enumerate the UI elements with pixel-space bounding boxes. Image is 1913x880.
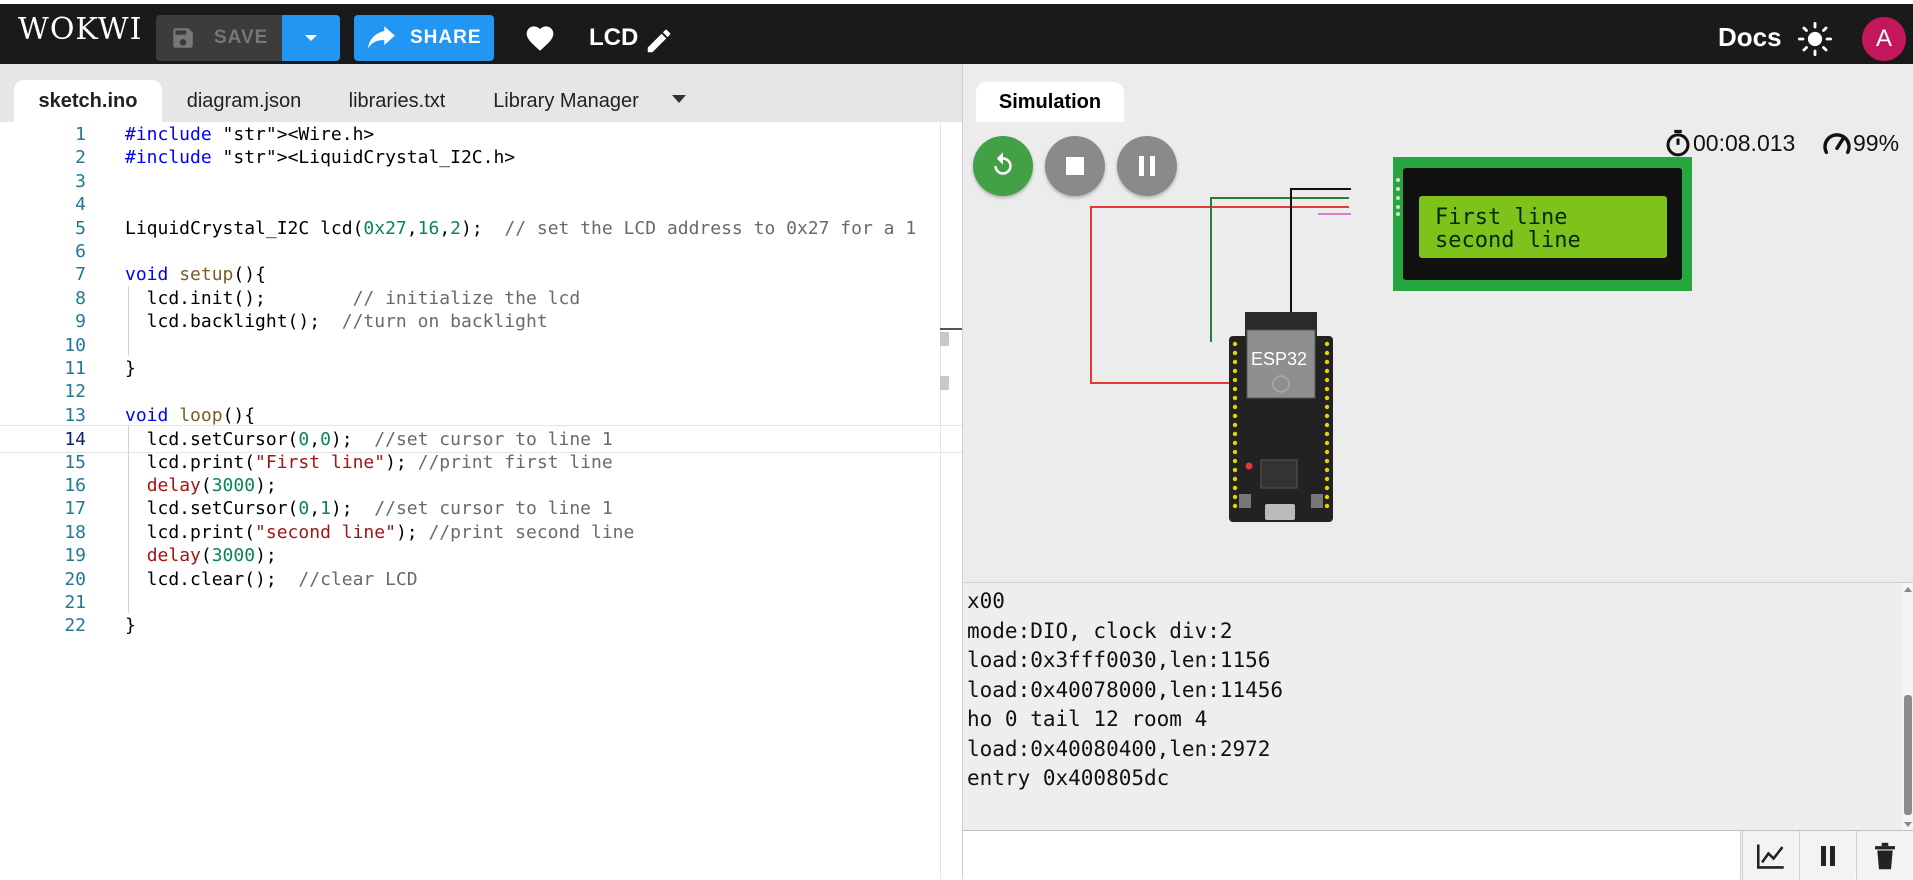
editor-tab-bar: sketch.ino diagram.json libraries.txt Li… — [0, 64, 962, 122]
code-text: #include "str"><Wire.h> — [125, 124, 375, 145]
theme-toggle[interactable] — [1798, 22, 1832, 61]
tab-libraries-txt[interactable]: libraries.txt — [334, 80, 460, 122]
serial-input-bar — [962, 830, 1913, 880]
chart-line-icon — [1756, 844, 1784, 869]
line-number: 14 — [64, 429, 86, 451]
code-text: lcd.init(); // initialize the lcd — [125, 287, 581, 309]
wokwi-logo[interactable]: WOKWI — [18, 12, 142, 47]
tab-diagram-json[interactable]: diagram.json — [172, 80, 316, 122]
code-text: LiquidCrystal_I2C lcd(0x27,16,2); // set… — [125, 217, 917, 239]
like-button[interactable] — [524, 22, 556, 57]
line-number: 15 — [64, 451, 86, 473]
serial-output-line: mode:DIO, clock div:2 — [967, 618, 1233, 643]
code-text: delay(3000); — [146, 545, 277, 567]
serial-output-line: x00 — [967, 589, 1005, 613]
line-number: 13 — [64, 404, 86, 426]
user-avatar[interactable]: A — [1862, 17, 1906, 61]
lcd-line-2: second line — [1435, 228, 1581, 253]
simulation-panel: Simulation 00:08.013 99% First line seco… — [962, 64, 1913, 582]
line-number: 20 — [64, 568, 86, 590]
line-number: 6 — [75, 241, 86, 262]
more-tabs-caret-icon[interactable] — [672, 95, 686, 103]
line-number: 11 — [64, 358, 86, 379]
code-text: void loop(){ — [125, 404, 256, 426]
code-line[interactable]: 22} — [0, 612, 962, 640]
line-number: 19 — [64, 545, 86, 567]
caret-down-icon — [305, 35, 317, 41]
serial-output-line: load:0x40078000,len:11456 — [967, 677, 1284, 702]
code-text: lcd.setCursor(0,1); //set cursor to line… — [125, 498, 613, 520]
code-text: lcd.backlight(); //turn on backlight — [125, 311, 548, 333]
indent-guide — [128, 426, 129, 614]
line-number: 4 — [75, 194, 86, 216]
serial-output-line: ho 0 tail 12 room 4 — [967, 707, 1208, 731]
share-button-label: SHARE — [410, 27, 482, 48]
lcd-line-1: First line — [1435, 205, 1567, 230]
line-number: 1 — [75, 124, 86, 145]
trash-icon — [1874, 842, 1895, 869]
code-text: #include "str"><LiquidCrystal_I2C.h> — [125, 147, 516, 169]
scroll-up-arrow-icon[interactable] — [1903, 585, 1913, 593]
sun-icon — [1798, 22, 1832, 56]
code-text: lcd.setCursor(0,0); //set cursor to line… — [125, 429, 613, 451]
code-text: } — [125, 615, 136, 637]
code-text: lcd.print("second line"); //print second… — [125, 521, 635, 543]
esp32-board[interactable]: ESP32 — [1229, 312, 1333, 522]
line-number: 8 — [75, 287, 86, 309]
code-text: delay(3000); — [146, 475, 277, 496]
serial-clear-button[interactable] — [1856, 831, 1912, 880]
save-options-dropdown[interactable] — [282, 15, 340, 61]
esp32-label: ESP32 — [1251, 349, 1307, 369]
code-text: void setup(){ — [125, 264, 266, 286]
line-number: 2 — [75, 147, 86, 169]
serial-output-line: load:0x40080400,len:2972 — [967, 736, 1271, 761]
code-text: } — [125, 358, 136, 379]
docs-link[interactable]: Docs — [1718, 22, 1782, 53]
share-button[interactable]: SHARE — [354, 15, 494, 61]
line-number: 3 — [75, 170, 86, 192]
indent-guide — [128, 285, 129, 356]
project-name[interactable]: LCD — [589, 24, 638, 52]
tab-library-manager[interactable]: Library Manager — [476, 80, 656, 122]
lcd-1602-module[interactable]: First line second line — [1393, 157, 1692, 291]
line-number: 22 — [64, 615, 86, 637]
serial-output-line: load:0x3fff0030,len:1156 — [967, 648, 1271, 672]
edit-name-button[interactable] — [644, 26, 674, 61]
circuit-canvas[interactable]: First line second line ESP32 — [963, 64, 1913, 582]
code-editor[interactable]: 1 #include "str"><Wire.h> 2 #include "str">… — [0, 122, 962, 879]
floppy-disk-icon — [173, 28, 193, 48]
serial-input[interactable] — [963, 831, 1741, 880]
save-button[interactable]: SAVE — [156, 15, 282, 61]
code-text: lcd.clear(); //clear LCD — [125, 568, 418, 590]
serial-output-line: entry 0x400805dc — [967, 766, 1170, 790]
line-number: 10 — [64, 334, 86, 356]
line-number: 17 — [64, 498, 86, 520]
serial-monitor[interactable]: x00 mode:DIO, clock div:2 load:0x3fff0030,… — [962, 582, 1913, 830]
line-number: 12 — [64, 381, 86, 403]
line-number: 9 — [75, 311, 86, 333]
line-number: 7 — [75, 264, 86, 286]
save-button-label: SAVE — [214, 27, 269, 48]
serial-scrollbar-thumb[interactable] — [1904, 695, 1912, 815]
line-number: 21 — [64, 592, 86, 613]
code-text: lcd.print("First line"); //print first l… — [125, 451, 613, 473]
share-arrow-icon — [368, 26, 395, 49]
line-number: 5 — [75, 217, 86, 239]
plotter-button[interactable] — [1742, 831, 1798, 880]
line-number: 18 — [64, 521, 86, 543]
top-bar: WOKWI SAVE SHARE LCD Docs A — [0, 0, 1913, 64]
heart-icon — [526, 26, 554, 51]
line-number: 16 — [64, 475, 86, 496]
serial-pause-button[interactable] — [1799, 831, 1855, 880]
pencil-icon — [647, 29, 671, 53]
pause-icon — [1820, 845, 1835, 866]
tab-sketch-ino[interactable]: sketch.ino — [14, 80, 162, 122]
scroll-down-arrow-icon[interactable] — [1903, 821, 1913, 829]
